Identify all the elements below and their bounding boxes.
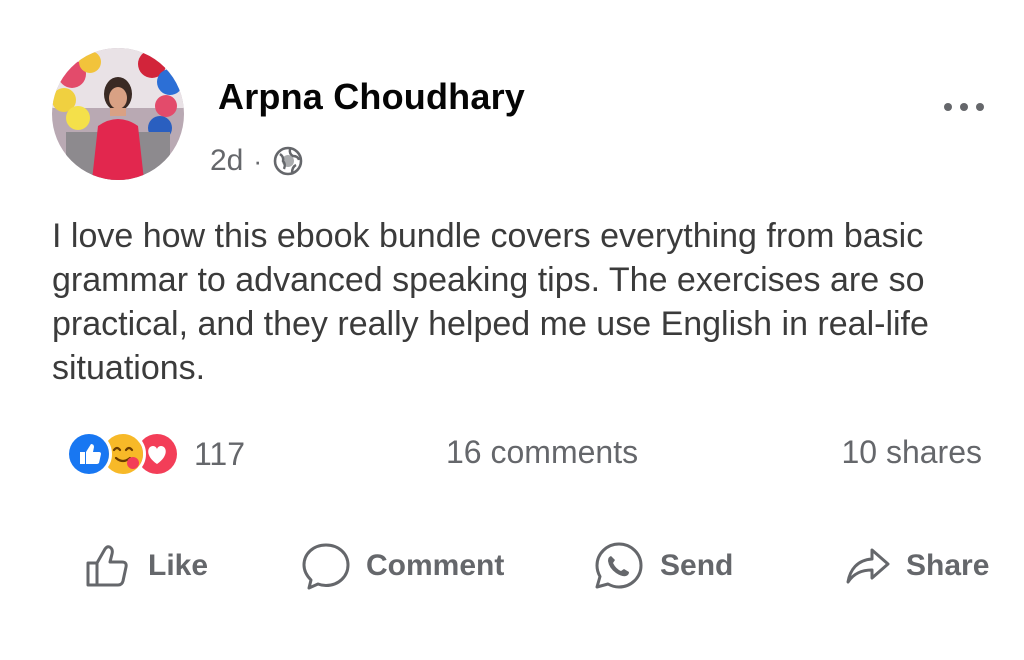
send-button[interactable]: Send xyxy=(592,536,733,596)
thumbs-up-icon xyxy=(86,545,128,587)
like-label: Like xyxy=(148,549,209,582)
post-card: Arpna Choudhary 2d · I love how this ebo… xyxy=(0,0,1024,660)
more-options-icon[interactable] xyxy=(944,92,984,122)
avatar[interactable] xyxy=(52,48,184,180)
post-meta: 2d · xyxy=(210,144,304,178)
post-actions: Like Comment Send Share xyxy=(0,536,1024,596)
more-dot xyxy=(960,103,968,111)
post-text: I love how this ebook bundle covers ever… xyxy=(52,217,929,387)
comment-button[interactable]: Comment xyxy=(300,536,504,596)
more-dot xyxy=(944,103,952,111)
more-dot xyxy=(976,103,984,111)
profile-photo xyxy=(52,48,184,180)
send-label: Send xyxy=(660,549,734,582)
engagement-stats: 117 16 comments 10 shares xyxy=(66,430,982,480)
share-arrow-icon xyxy=(846,548,890,584)
whatsapp-icon xyxy=(595,542,643,589)
share-button[interactable]: Share xyxy=(844,536,989,596)
reactions-summary[interactable]: 117 xyxy=(66,430,245,478)
share-label: Share xyxy=(906,549,990,582)
meta-separator: · xyxy=(253,145,263,176)
comment-label: Comment xyxy=(366,549,505,582)
reaction-count: 117 xyxy=(194,435,246,472)
globe-icon[interactable] xyxy=(272,145,304,177)
post-time[interactable]: 2d xyxy=(210,144,243,178)
shares-count[interactable]: 10 shares xyxy=(841,434,982,471)
author-name[interactable]: Arpna Choudhary xyxy=(218,76,525,118)
comment-bubble-icon xyxy=(302,543,350,590)
like-button[interactable]: Like xyxy=(84,536,208,596)
like-reaction-icon xyxy=(66,431,112,477)
comments-count[interactable]: 16 comments xyxy=(446,434,638,471)
